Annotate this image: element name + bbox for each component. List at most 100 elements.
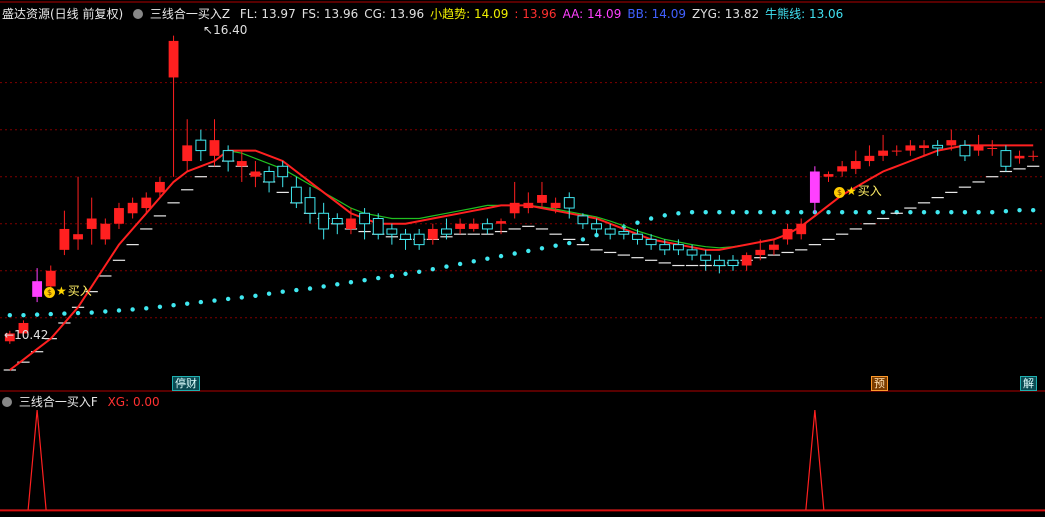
tag-yu[interactable]: 预 xyxy=(871,376,888,391)
candle-body xyxy=(400,233,411,240)
candle-body xyxy=(523,202,534,209)
candle-body xyxy=(919,145,929,148)
candle-body xyxy=(236,161,247,167)
xg-spike xyxy=(27,409,47,511)
candle-body xyxy=(1014,155,1025,159)
candle-body xyxy=(713,259,725,267)
dot-point xyxy=(880,210,886,215)
lower-panel xyxy=(0,409,1045,511)
candle-body xyxy=(73,234,83,240)
dot-point xyxy=(321,284,326,289)
candle-body xyxy=(618,231,630,235)
candle-body xyxy=(864,155,875,162)
dot-point xyxy=(1030,207,1036,213)
dot-point xyxy=(389,273,395,279)
candle-body xyxy=(427,228,438,240)
candles xyxy=(4,35,1039,344)
indicator-collapse-icon[interactable] xyxy=(133,9,144,19)
dot-point xyxy=(485,256,490,261)
dot-point xyxy=(580,237,586,242)
candle-body xyxy=(645,238,657,246)
candle-body xyxy=(823,174,834,177)
dot-point xyxy=(949,210,954,215)
dot-point xyxy=(867,210,872,215)
dot-point xyxy=(7,312,13,318)
dot-point xyxy=(758,210,763,215)
candle-body xyxy=(277,165,289,178)
xg-value: XG: 0.00 xyxy=(107,395,160,409)
dot-point xyxy=(512,251,517,256)
candle-body xyxy=(537,195,547,203)
candle-body xyxy=(481,223,493,230)
dot-point xyxy=(662,213,667,218)
dot-point xyxy=(185,301,190,306)
candle-body xyxy=(455,223,466,229)
candle-body xyxy=(741,255,752,266)
legend-item: BB: 14.09 xyxy=(627,7,687,21)
candle-body xyxy=(59,228,70,250)
dot-point xyxy=(89,310,94,315)
upper-header: 盛达资源(日线 前复权) 三线合一买入Z FL: 13.97 FS: 13.96 C… xyxy=(2,7,855,21)
lower-collapse-icon[interactable] xyxy=(2,397,12,407)
candle-body xyxy=(591,223,602,230)
candle-body xyxy=(959,144,971,157)
legend-item: FS: 13.96 xyxy=(301,7,359,21)
trend-lines xyxy=(9,144,1034,371)
min-price-label: ←10.42 xyxy=(4,328,49,342)
candle-body xyxy=(468,223,479,229)
star-icon: ★ xyxy=(846,184,857,198)
candle-body xyxy=(577,215,589,225)
candle-body xyxy=(1028,155,1039,157)
xg-spike xyxy=(805,409,825,511)
indicator-name[interactable]: 三线合一买入Z xyxy=(150,7,230,21)
candle-body xyxy=(796,223,807,235)
tag-jie[interactable]: 解 xyxy=(1020,376,1037,391)
dot-point xyxy=(771,210,777,215)
candle-body xyxy=(86,218,97,229)
candle-body xyxy=(905,145,916,151)
dot-point xyxy=(157,304,163,309)
money-bag-icon: $ xyxy=(44,287,55,298)
lower-indicator-name[interactable]: 三线合一买入F xyxy=(19,395,98,409)
dot-point xyxy=(471,259,476,264)
dot-point xyxy=(648,216,654,221)
dot-point xyxy=(853,210,858,215)
dot-point xyxy=(921,210,927,215)
dot-point xyxy=(348,280,354,285)
dot-point xyxy=(703,210,708,215)
candle-body xyxy=(141,197,152,209)
candle-body xyxy=(318,212,330,230)
dot-point xyxy=(799,210,804,215)
dot-point xyxy=(48,311,53,317)
dot-point xyxy=(212,298,217,303)
candle-body xyxy=(673,244,684,251)
candle-body xyxy=(1000,150,1012,167)
tag-tingcai[interactable]: 停财 xyxy=(172,376,200,391)
dot-point xyxy=(239,295,244,300)
dot-point xyxy=(130,307,135,312)
candle-body xyxy=(168,40,179,78)
dot-point xyxy=(266,291,272,296)
dot-point xyxy=(553,243,558,248)
candle-body xyxy=(659,244,671,251)
dot-point xyxy=(362,277,367,283)
candle-body xyxy=(727,259,739,267)
legend-item: FL: 13.97 xyxy=(239,7,296,21)
candle-body xyxy=(700,254,712,261)
candle-body xyxy=(222,150,234,162)
dot-point xyxy=(1003,208,1009,214)
candle-body xyxy=(195,139,207,152)
candle-body xyxy=(973,145,984,151)
candle-body xyxy=(209,140,220,156)
candle-body xyxy=(809,171,820,203)
buy-label-2: $ ★买入 xyxy=(834,184,882,198)
money-bag-icon: $ xyxy=(834,187,845,198)
lower-header: 三线合一买入F XG: 0.00 xyxy=(2,395,166,409)
candle-body xyxy=(359,212,370,225)
star-icon: ★ xyxy=(56,284,67,298)
dot-point xyxy=(730,210,736,215)
dot-point xyxy=(908,210,913,215)
legend-item: CG: 13.96 xyxy=(364,7,425,21)
candle-body xyxy=(263,170,275,183)
candle-body xyxy=(100,223,111,240)
